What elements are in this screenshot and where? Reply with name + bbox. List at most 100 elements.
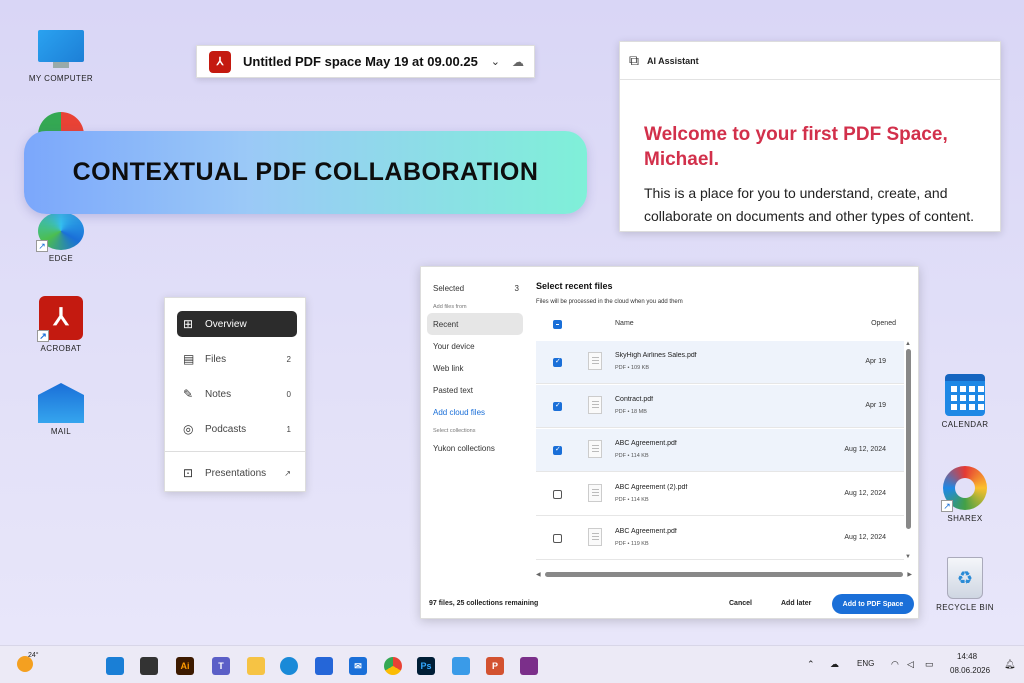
file-row[interactable]: Contract.pdf PDF • 18 MB Apr 19 (536, 385, 904, 428)
winrar-icon[interactable] (520, 657, 538, 675)
podcast-icon: ◎ (183, 422, 194, 436)
desktop-label: ACROBAT (40, 344, 82, 353)
desktop-icon-edge[interactable]: ↗ EDGE (21, 212, 101, 263)
monitor-icon (38, 30, 84, 70)
desktop-icon-sharex[interactable]: ↗ SHAREX (925, 466, 1005, 523)
desktop-icon-acrobat[interactable]: ⅄ ↗ ACROBAT (21, 296, 101, 353)
add-to-pdf-space-button[interactable]: Add to PDF Space (832, 594, 914, 614)
dialog-subtitle: Files will be processed in the cloud whe… (536, 299, 683, 305)
source-pasted-text[interactable]: Pasted text (427, 379, 523, 401)
file-checkbox[interactable] (553, 534, 562, 543)
selected-row[interactable]: Selected 3 (427, 277, 523, 299)
nav-count: 2 (286, 354, 291, 364)
mail-taskbar-icon[interactable]: ✉ (349, 657, 367, 675)
source-yukon-collections[interactable]: Yukon collections (427, 437, 523, 459)
file-row[interactable]: SkyHigh Airlines Sales.pdf PDF • 109 KB … (536, 341, 904, 384)
photos-icon[interactable] (452, 657, 470, 675)
section-label: Select collections (433, 428, 476, 434)
file-date: Apr 19 (865, 358, 886, 365)
file-row[interactable]: ABC Agreement.pdf PDF • 114 KB Aug 12, 2… (536, 429, 904, 472)
nav-item-presentations[interactable]: ⊡ Presentations ↗ (177, 460, 297, 486)
clock-date[interactable]: 08.06.2026 (950, 666, 990, 675)
column-name[interactable]: Name (615, 320, 634, 327)
file-meta: PDF • 109 KB (615, 365, 650, 371)
pdf-thumbnail-icon (588, 440, 602, 458)
source-web-link[interactable]: Web link (427, 357, 523, 379)
shortcut-arrow-icon: ↗ (941, 500, 953, 512)
file-date: Aug 12, 2024 (844, 490, 886, 497)
selected-count: 3 (514, 283, 519, 293)
pdf-thumbnail-icon (588, 484, 602, 502)
scroll-down-arrow-icon[interactable]: ▼ (904, 554, 912, 560)
source-recent[interactable]: Recent (427, 313, 523, 335)
nav-label: Notes (205, 388, 232, 400)
desktop-icon-recycle-bin[interactable]: ♻ RECYCLE BIN (925, 557, 1005, 612)
nav-item-overview[interactable]: ⊞ Overview (177, 311, 297, 337)
vertical-scrollbar[interactable]: ▲ ▼ (904, 341, 912, 567)
desktop-icon-mail[interactable]: MAIL (21, 383, 101, 436)
clock-time[interactable]: 14:48 (957, 652, 977, 661)
file-date: Aug 12, 2024 (844, 446, 886, 453)
teams-icon[interactable]: T (212, 657, 230, 675)
file-checkbox[interactable] (553, 445, 562, 455)
chevron-down-icon[interactable]: ⌄ (491, 55, 500, 68)
notes-icon: ✎ (183, 387, 194, 401)
pdf-space-title[interactable]: Untitled PDF space May 19 at 09.00.25 (243, 54, 491, 69)
cloud-icon[interactable]: ☁ (512, 55, 524, 69)
nav-label: Files (205, 353, 227, 365)
desktop-icon-calendar[interactable]: CALENDAR (925, 374, 1005, 429)
nav-label: Podcasts (205, 423, 247, 435)
illustrator-icon[interactable]: Ai (176, 657, 194, 675)
file-name: ABC Agreement.pdf (615, 528, 677, 535)
file-row[interactable]: ABC Agreement.pdf PDF • 119 KB Aug 12, 2… (536, 517, 904, 560)
nav-item-podcasts[interactable]: ◎ Podcasts 1 (177, 416, 297, 442)
scroll-right-arrow-icon[interactable]: ▶ (907, 571, 912, 578)
nav-item-notes[interactable]: ✎ Notes 0 (177, 381, 297, 407)
file-list-header: Name Opened (536, 315, 911, 335)
file-meta: PDF • 114 KB (615, 497, 649, 503)
file-explorer-icon[interactable] (247, 657, 265, 675)
feature-banner: CONTEXTUAL PDF COLLABORATION (24, 131, 587, 214)
nav-count: 0 (286, 389, 291, 399)
edge-icon: ↗ (36, 212, 84, 252)
powerpoint-icon[interactable]: P (486, 657, 504, 675)
sharex-icon: ↗ (941, 466, 987, 512)
scroll-up-arrow-icon[interactable]: ▲ (904, 341, 912, 347)
language-indicator[interactable]: ENG (857, 659, 874, 668)
notification-bell-icon[interactable]: 🔔︎ (1004, 659, 1015, 670)
select-all-checkbox[interactable] (553, 320, 562, 329)
store-icon[interactable] (315, 657, 333, 675)
add-later-button[interactable]: Add later (781, 600, 811, 607)
file-checkbox[interactable] (553, 401, 562, 411)
column-opened[interactable]: Opened (871, 320, 896, 327)
horizontal-scrollbar[interactable]: ◀ ▶ (536, 570, 912, 578)
file-row[interactable]: ABC Agreement (2).pdf PDF • 114 KB Aug 1… (536, 473, 904, 516)
chevron-up-icon[interactable]: ⌃ (807, 659, 815, 670)
photoshop-icon[interactable]: Ps (417, 657, 435, 675)
source-device[interactable]: Your device (427, 335, 523, 357)
presentation-icon: ⊡ (183, 466, 194, 480)
volume-icon[interactable]: ◁ (907, 659, 914, 670)
task-view-icon[interactable] (140, 657, 158, 675)
file-checkbox[interactable] (553, 357, 562, 367)
pdf-thumbnail-icon (588, 352, 602, 370)
dialog-source-list: Selected 3 Add files from Recent Your de… (421, 267, 527, 567)
scroll-left-arrow-icon[interactable]: ◀ (536, 571, 541, 578)
edge-taskbar-icon[interactable] (280, 657, 298, 675)
weather-temp: 24° (28, 652, 39, 659)
desktop-icon-my-computer[interactable]: MY COMPUTER (21, 30, 101, 83)
cloud-off-icon[interactable]: ☁ (830, 659, 839, 670)
nav-item-files[interactable]: ▤ Files 2 (177, 346, 297, 372)
scrollbar-thumb[interactable] (905, 349, 911, 529)
weather-widget[interactable]: 24° (17, 652, 39, 673)
wifi-icon[interactable]: ◠ (891, 659, 899, 670)
chrome-taskbar-icon[interactable] (384, 657, 402, 675)
scrollbar-thumb[interactable] (544, 571, 904, 577)
acrobat-logo-icon: ⅄ (209, 50, 231, 73)
add-cloud-files-link[interactable]: Add cloud files (427, 401, 523, 423)
start-icon[interactable] (106, 657, 124, 675)
file-checkbox[interactable] (553, 490, 562, 499)
battery-icon[interactable]: ▭ (925, 659, 934, 670)
shortcut-arrow-icon: ↗ (37, 330, 49, 342)
cancel-button[interactable]: Cancel (729, 600, 752, 607)
